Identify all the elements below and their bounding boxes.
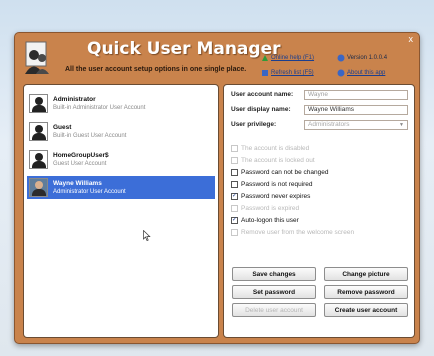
users-app-icon	[25, 41, 49, 74]
mouse-pointer-icon	[143, 230, 151, 241]
checkbox-unchecked-icon	[231, 157, 238, 164]
user-name: Administrator	[53, 95, 96, 103]
option-label: Auto-logon this user	[241, 217, 299, 224]
display-name-field[interactable]: Wayne Williams	[304, 105, 408, 115]
app-window: x Quick User Manager All the user accoun…	[14, 32, 420, 344]
option-label: Password can not be changed	[241, 169, 329, 176]
checkbox-unchecked-icon	[231, 181, 238, 188]
version-label: Version 1.0.0.4	[347, 55, 388, 61]
user-item-homegroupuser[interactable]: HomeGroupUser$ Guest User Account	[27, 148, 215, 171]
user-item-wayne-williams[interactable]: Wayne Williams Administrator User Accoun…	[27, 176, 215, 199]
privilege-label: User privilege:	[231, 121, 277, 128]
create-account-button[interactable]: Create user account	[324, 303, 408, 317]
option-password-expired[interactable]: Password is expired	[231, 205, 299, 212]
privilege-value: Administrators	[308, 121, 350, 128]
user-list-panel[interactable]: Administrator Built-in Administrator Use…	[23, 84, 219, 338]
account-name-label: User account name:	[231, 91, 294, 98]
set-password-button[interactable]: Set password	[232, 285, 316, 299]
option-label: Password is not required	[241, 181, 313, 188]
user-item-guest[interactable]: Guest Built-in Guest User Account	[27, 120, 215, 143]
chevron-down-icon: ▼	[399, 122, 404, 128]
checkbox-checked-icon: ✓	[231, 217, 238, 224]
default-avatar-icon	[29, 94, 48, 113]
version-info: Version 1.0.0.4	[337, 54, 387, 62]
option-label: The account is disabled	[241, 145, 310, 152]
option-auto-logon[interactable]: ✓ Auto-logon this user	[231, 217, 299, 224]
account-name-field[interactable]: Wayne	[304, 90, 408, 100]
app-header: Quick User Manager All the user account …	[15, 33, 421, 83]
checkbox-unchecked-icon	[231, 229, 238, 236]
user-description: Built-in Guest User Account	[53, 132, 127, 139]
checkbox-unchecked-icon	[231, 145, 238, 152]
option-label: Password never expires	[241, 193, 311, 200]
option-account-locked[interactable]: The account is locked out	[231, 157, 315, 164]
user-description: Administrator User Account	[53, 188, 126, 195]
user-options-panel: User account name: Wayne User display na…	[223, 84, 415, 338]
user-name: HomeGroupUser$	[53, 151, 109, 159]
checkbox-unchecked-icon	[231, 205, 238, 212]
change-picture-button[interactable]: Change picture	[324, 267, 408, 281]
option-label: The account is locked out	[241, 157, 315, 164]
refresh-list-label: Refresh list (F5)	[271, 70, 314, 76]
user-item-administrator[interactable]: Administrator Built-in Administrator Use…	[27, 92, 215, 115]
remove-password-button[interactable]: Remove password	[324, 285, 408, 299]
option-remove-from-welcome[interactable]: Remove user from the welcome screen	[231, 229, 354, 236]
option-label: Remove user from the welcome screen	[241, 229, 355, 236]
default-avatar-icon	[29, 122, 48, 141]
online-help-label: Online help (F1)	[271, 55, 315, 61]
about-icon	[337, 69, 345, 77]
help-arrow-icon	[262, 55, 268, 61]
display-name-label: User display name:	[231, 106, 291, 113]
default-avatar-icon	[29, 150, 48, 169]
option-password-cannot-change[interactable]: Password can not be changed	[231, 169, 328, 176]
app-subtitle: All the user account setup options in on…	[65, 66, 247, 73]
privilege-select[interactable]: Administrators ▼	[304, 120, 408, 130]
delete-account-button[interactable]: Delete user account	[232, 303, 316, 317]
user-name: Wayne Williams	[53, 179, 102, 187]
refresh-icon	[262, 70, 268, 76]
about-app-label: About this app	[347, 70, 386, 76]
info-icon	[337, 54, 345, 62]
app-title: Quick User Manager	[87, 39, 281, 59]
refresh-list-link[interactable]: Refresh list (F5)	[261, 69, 314, 77]
about-app-link[interactable]: About this app	[337, 69, 385, 77]
user-description: Built-in Administrator User Account	[53, 104, 146, 111]
checkbox-unchecked-icon	[231, 169, 238, 176]
option-password-never-expires[interactable]: ✓ Password never expires	[231, 193, 310, 200]
photo-avatar-icon	[29, 178, 48, 197]
option-password-not-required[interactable]: Password is not required	[231, 181, 313, 188]
checkbox-checked-icon: ✓	[231, 193, 238, 200]
user-description: Guest User Account	[53, 160, 107, 167]
option-account-disabled[interactable]: The account is disabled	[231, 145, 309, 152]
save-changes-button[interactable]: Save changes	[232, 267, 316, 281]
option-label: Password is expired	[241, 205, 300, 212]
online-help-link[interactable]: Online help (F1)	[261, 54, 314, 62]
user-name: Guest	[53, 123, 72, 131]
